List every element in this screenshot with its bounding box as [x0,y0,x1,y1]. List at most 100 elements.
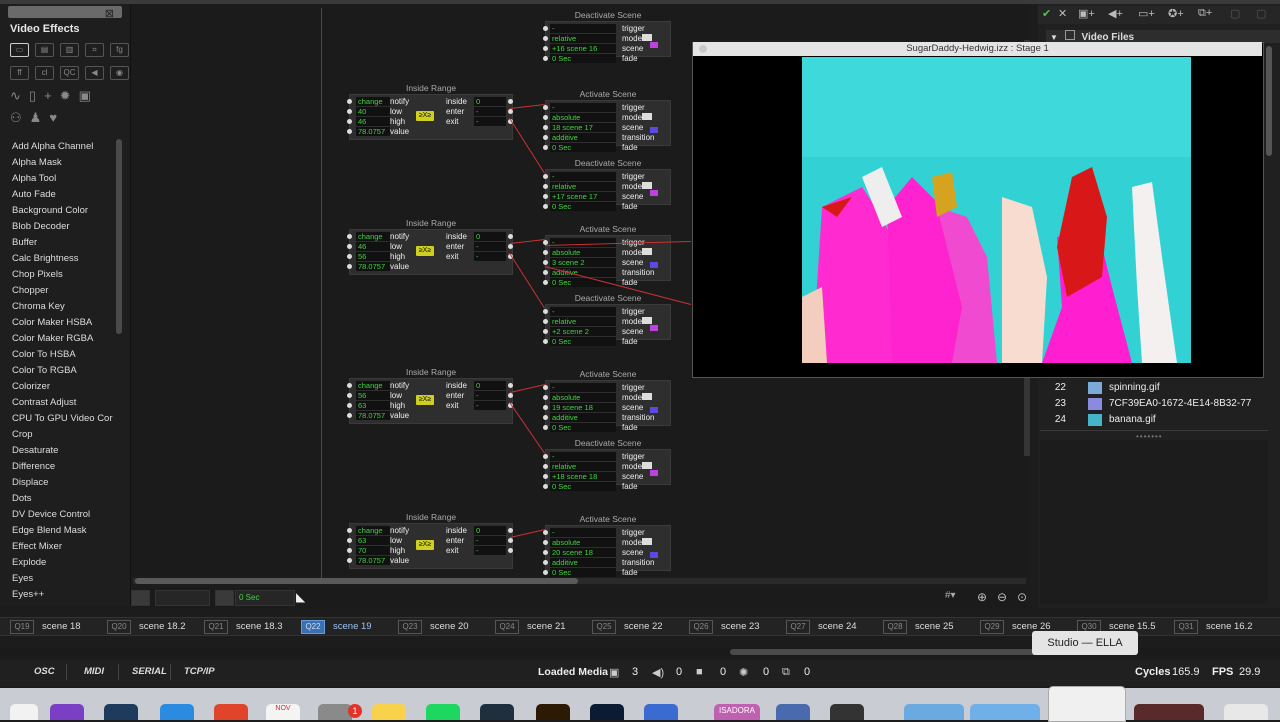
effect-item[interactable]: Colorizer [12,379,124,395]
close-icon[interactable]: ⊠ [105,7,114,20]
input-value[interactable]: additive [550,558,616,567]
effect-item[interactable]: Chop Pixels [12,267,124,283]
input-port[interactable] [543,194,548,199]
output-port[interactable] [508,244,513,249]
input-value[interactable]: - [550,24,616,33]
input-port[interactable] [543,474,548,479]
effect-item[interactable]: Background Color [12,203,124,219]
activate-scene-actor[interactable]: Activate Scene - trigger absolute mode 18 sce… [543,89,671,152]
input-value[interactable]: +17 scene 17 [550,192,616,201]
effect-item[interactable]: Chopper [12,283,124,299]
appstore-dock-icon[interactable] [160,704,194,720]
effect-item[interactable]: Color To HSBA [12,347,124,363]
input-port[interactable] [543,115,548,120]
input-value[interactable]: 0 Sec [550,568,616,577]
input-port[interactable] [347,403,352,408]
effect-item[interactable]: Crop [12,427,124,443]
input-port[interactable] [347,558,352,563]
output-port[interactable] [508,383,513,388]
scene-picker-icon[interactable] [642,538,652,545]
scene-item[interactable]: Q26 scene 23 [689,619,760,634]
photoshop-dock-icon[interactable] [590,704,624,720]
tool-hash-icon[interactable]: ⌗ [85,43,104,57]
input-port[interactable] [347,393,352,398]
input-value[interactable]: additive [550,133,616,142]
tool-list-icon[interactable]: ▤ [35,43,54,57]
input-value[interactable]: 0 Sec [550,202,616,211]
calendar-dock-icon[interactable]: NOV [266,704,300,720]
input-value[interactable]: additive [550,413,616,422]
input-port[interactable] [543,319,548,324]
input-value[interactable]: - [550,307,616,316]
inside-range-actor[interactable]: Inside Range change notify 56 low 63 high 78.07… [347,367,513,424]
input-value[interactable]: absolute [550,538,616,547]
effect-item[interactable]: Color Maker HSBA [12,315,124,331]
input-port[interactable] [347,254,352,259]
effect-item[interactable]: Calc Brightness [12,251,124,267]
person-icon[interactable]: ♟ [30,110,50,125]
output-port[interactable] [508,548,513,553]
input-value[interactable]: 46 [356,117,390,126]
input-port[interactable] [543,339,548,344]
input-value[interactable]: relative [550,182,616,191]
input-value[interactable]: - [550,528,616,537]
effect-item[interactable]: Explode [12,555,124,571]
input-port[interactable] [543,454,548,459]
speaker-icon[interactable]: ◀ [85,66,104,80]
input-value[interactable]: absolute [550,393,616,402]
input-value[interactable]: 63 [356,536,390,545]
folder-dock-icon[interactable] [970,704,1040,720]
effect-item[interactable]: Desaturate [12,443,124,459]
window-preview-dock-icon[interactable] [1134,704,1204,720]
deactivate-scene-actor[interactable]: Deactivate Scene - trigger relative mode +18 … [543,438,671,491]
midi-tab[interactable]: MIDI [84,664,104,680]
input-port[interactable] [347,264,352,269]
input-port[interactable] [347,538,352,543]
window-icon[interactable]: ▣ [79,88,99,103]
spotify-dock-icon[interactable] [426,704,460,720]
app-dock-icon[interactable] [776,704,810,720]
input-port[interactable] [347,413,352,418]
scene-list-scroll-thumb[interactable] [730,649,1040,655]
inside-range-actor[interactable]: Inside Range change notify 40 low 46 high 78.07… [347,83,513,140]
input-port[interactable] [543,56,548,61]
settings-dock-icon[interactable] [318,704,352,720]
stage-titlebar[interactable]: SugarDaddy-Hedwig.izz : Stage 1 [693,42,1262,56]
pin-icon[interactable] [131,590,150,606]
input-port[interactable] [543,464,548,469]
check-icon[interactable]: ✔ [1042,7,1051,20]
input-value[interactable]: change [356,381,390,390]
input-value[interactable]: 78.0757 [356,556,390,565]
sidebar-scrollbar[interactable] [116,139,122,334]
scene-picker-icon[interactable] [642,393,652,400]
chrome-dock-icon[interactable] [214,704,248,720]
folder-dock-icon[interactable] [904,704,964,720]
input-value[interactable]: 0 Sec [550,482,616,491]
input-value[interactable]: 0 Sec [550,337,616,346]
effect-item[interactable]: Color To RGBA [12,363,124,379]
deactivate-scene-actor[interactable]: Deactivate Scene - trigger relative mode +16 … [543,10,671,63]
input-value[interactable]: change [356,232,390,241]
input-port[interactable] [543,385,548,390]
tool-rect-icon[interactable]: ▭ [10,43,29,57]
input-port[interactable] [543,125,548,130]
scene-picker-icon[interactable] [642,34,652,41]
input-port[interactable] [543,250,548,255]
effect-item[interactable]: Dots [12,491,124,507]
input-port[interactable] [543,530,548,535]
mouse-icon[interactable]: ▯ [29,88,44,103]
input-value[interactable]: 56 [356,391,390,400]
scene-picker-icon[interactable] [642,182,652,189]
input-port[interactable] [347,119,352,124]
canvas-horizontal-scroll-thumb[interactable] [135,578,578,584]
input-value[interactable]: 18 scene 17 [550,123,616,132]
input-value[interactable]: absolute [550,113,616,122]
isadora-dock-icon[interactable]: ISADORA [714,704,760,720]
gear-icon[interactable]: ✹ [60,88,79,103]
input-value[interactable]: change [356,526,390,535]
effect-item[interactable]: Effect Mixer [12,539,124,555]
input-port[interactable] [543,260,548,265]
input-value[interactable]: - [550,383,616,392]
scene-picker-icon[interactable] [642,462,652,469]
effect-item[interactable]: Eyes [12,571,124,587]
